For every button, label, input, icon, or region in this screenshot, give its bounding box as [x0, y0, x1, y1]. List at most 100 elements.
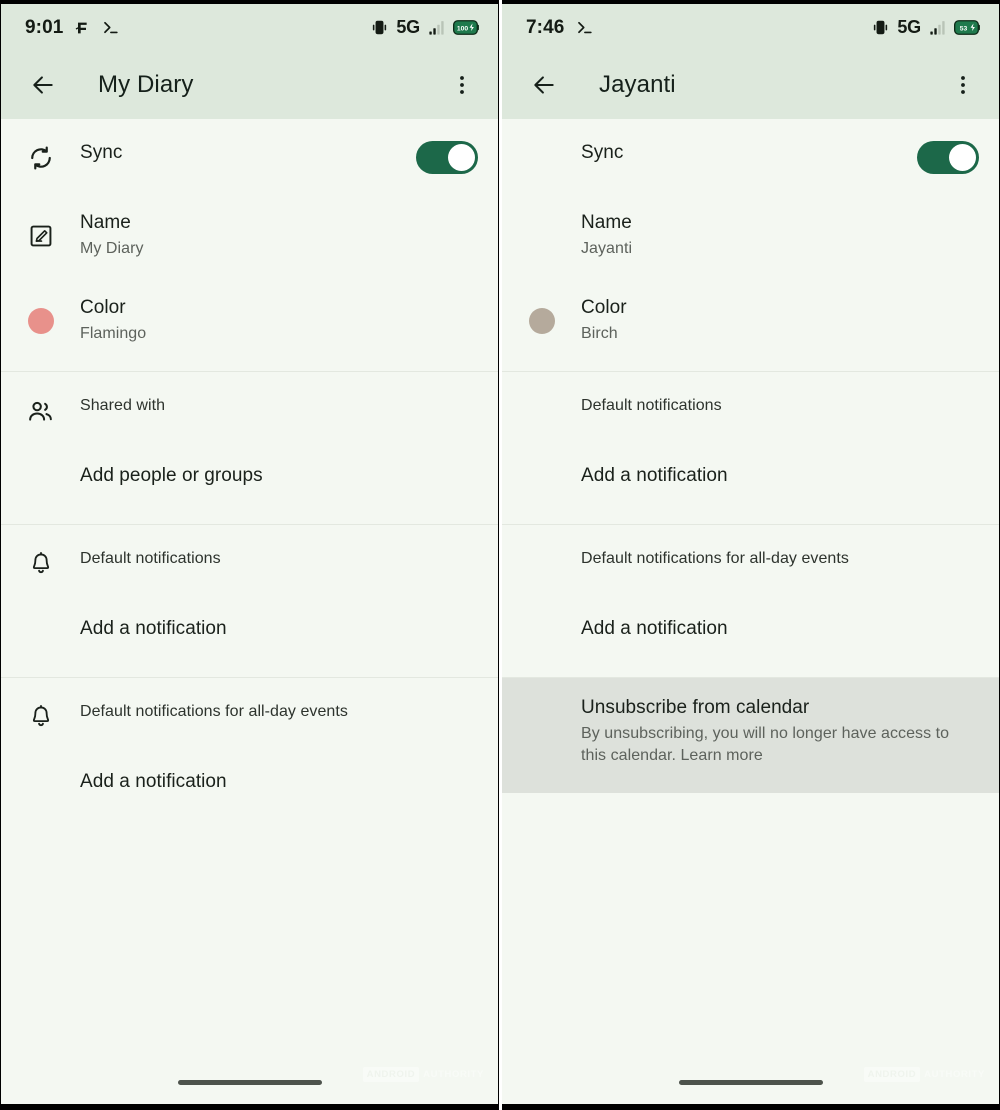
- settings-list: Sync Name Jayanti Color Birch Default notific…: [502, 119, 999, 1104]
- bell-icon: [28, 704, 54, 730]
- row-leading-icon-slot: [502, 696, 581, 767]
- row-leading-icon-slot: [502, 296, 581, 345]
- settings-section: Sync Name My Diary Color Flamingo: [1, 119, 498, 372]
- row-title: Sync: [80, 142, 123, 163]
- row-title: Color: [581, 297, 627, 318]
- row-subtitle: Jayanti: [581, 240, 633, 257]
- row-subtitle: My Diary: [80, 240, 144, 257]
- watermark-badge: ANDROID: [362, 1067, 420, 1082]
- row-text: Add people or groups: [80, 464, 478, 488]
- settings-row[interactable]: Default notifications: [1, 525, 498, 599]
- status-clock: 9:01: [25, 16, 64, 38]
- settings-row[interactable]: Default notifications: [502, 372, 999, 446]
- row-text: Color Birch: [581, 296, 979, 345]
- row-title: Default notifications: [80, 550, 221, 567]
- settings-row[interactable]: Unsubscribe from calendar By unsubscribin…: [502, 678, 999, 793]
- settings-row[interactable]: Default notifications for all-day events: [502, 525, 999, 599]
- terminal-icon: [575, 18, 594, 37]
- settings-row[interactable]: Sync: [502, 119, 999, 193]
- settings-section: Shared with Add people or groups: [1, 372, 498, 525]
- settings-section: Sync Name Jayanti Color Birch: [502, 119, 999, 372]
- row-text: Add a notification: [80, 770, 478, 794]
- settings-list: Sync Name My Diary Color Flamingo Shared with…: [1, 119, 498, 1104]
- back-arrow-icon[interactable]: [23, 65, 63, 105]
- row-title: Add people or groups: [80, 465, 263, 486]
- row-control-slot: [917, 141, 979, 174]
- vibrate-icon: [871, 18, 890, 37]
- signal-bars-icon: [928, 18, 947, 37]
- edit-square-icon: [28, 223, 54, 249]
- sync-toggle[interactable]: [917, 141, 979, 174]
- settings-row[interactable]: Name My Diary: [1, 193, 498, 278]
- settings-row[interactable]: Shared with: [1, 372, 498, 446]
- vibrate-icon: [370, 18, 389, 37]
- row-leading-icon-slot: [1, 296, 80, 345]
- row-title: Name: [581, 212, 632, 233]
- terminal-icon: [101, 18, 120, 37]
- app-bar: Jayanti: [502, 51, 999, 119]
- color-swatch-icon: [528, 307, 555, 334]
- page-title: Jayanti: [599, 71, 676, 98]
- row-title: Shared with: [80, 397, 166, 414]
- row-leading-icon-slot: [1, 700, 80, 734]
- row-title: Add a notification: [581, 465, 728, 486]
- gesture-nav-pill[interactable]: [177, 1080, 322, 1085]
- f-app-icon: [74, 20, 90, 36]
- phone-screen-jayanti: 7:46 5G 53 Jayanti Sync Name Jayanti Color Birch…: [502, 4, 999, 1104]
- status-network-label: 5G: [396, 17, 420, 37]
- row-subtitle: Birch: [581, 325, 618, 342]
- screenshot-root: 9:01 5G 100 My Diary Sync Name My Diary Color Fl…: [0, 0, 1000, 1110]
- settings-row[interactable]: Name Jayanti: [502, 193, 999, 278]
- settings-row[interactable]: Add a notification: [502, 446, 999, 524]
- settings-row[interactable]: Add a notification: [1, 752, 498, 830]
- status-bar-right: 5G 53: [871, 17, 981, 38]
- settings-row[interactable]: Add a notification: [502, 599, 999, 677]
- row-text: Unsubscribe from calendar By unsubscribin…: [581, 696, 979, 767]
- toggle-knob: [448, 144, 475, 171]
- status-clock: 7:46: [526, 16, 565, 38]
- settings-row[interactable]: Add people or groups: [1, 446, 498, 524]
- row-title: Unsubscribe from calendar: [581, 697, 810, 718]
- row-leading-icon-slot: [502, 547, 581, 581]
- more-vert-icon[interactable]: [943, 65, 983, 105]
- row-text: Add a notification: [80, 617, 478, 641]
- status-bar-right: 5G 100: [370, 17, 480, 38]
- row-leading-icon-slot: [1, 617, 80, 651]
- row-text: Shared with: [80, 394, 478, 418]
- row-title: Sync: [581, 142, 624, 163]
- status-bar-left: 9:01: [25, 17, 120, 39]
- status-network-label: 5G: [897, 17, 921, 37]
- row-title: Name: [80, 212, 131, 233]
- settings-row[interactable]: Color Flamingo: [1, 278, 498, 371]
- back-arrow-icon[interactable]: [524, 65, 564, 105]
- row-leading-icon-slot: [502, 211, 581, 260]
- bell-icon: [28, 551, 54, 577]
- settings-row[interactable]: Color Birch: [502, 278, 999, 371]
- row-leading-icon-slot: [502, 464, 581, 498]
- row-leading-icon-slot: [1, 770, 80, 804]
- settings-section: Default notifications Add a notification: [1, 525, 498, 678]
- settings-row[interactable]: Sync: [1, 119, 498, 193]
- row-text: Sync: [581, 141, 917, 165]
- status-bar-left: 7:46: [526, 17, 594, 39]
- settings-section: Default notifications Add a notification: [502, 372, 999, 525]
- row-text: Default notifications: [581, 394, 979, 418]
- status-bar: 7:46 5G 53: [502, 4, 999, 51]
- row-title: Default notifications for all-day events: [80, 703, 348, 720]
- row-leading-icon-slot: [502, 141, 581, 175]
- settings-row[interactable]: Add a notification: [1, 599, 498, 677]
- settings-section: Unsubscribe from calendar By unsubscribin…: [502, 678, 999, 793]
- sync-toggle[interactable]: [416, 141, 478, 174]
- row-leading-icon-slot: [1, 547, 80, 581]
- gesture-nav-pill[interactable]: [678, 1080, 823, 1085]
- row-leading-icon-slot: [502, 394, 581, 428]
- settings-row[interactable]: Default notifications for all-day events: [1, 678, 498, 752]
- people-icon: [27, 398, 54, 425]
- watermark-text: AUTHORITY: [924, 1069, 985, 1080]
- page-title: My Diary: [98, 71, 194, 98]
- app-bar: My Diary: [1, 51, 498, 119]
- row-text: Default notifications: [80, 547, 478, 571]
- more-vert-icon[interactable]: [442, 65, 482, 105]
- row-title: Add a notification: [581, 618, 728, 639]
- status-bar: 9:01 5G 100: [1, 4, 498, 51]
